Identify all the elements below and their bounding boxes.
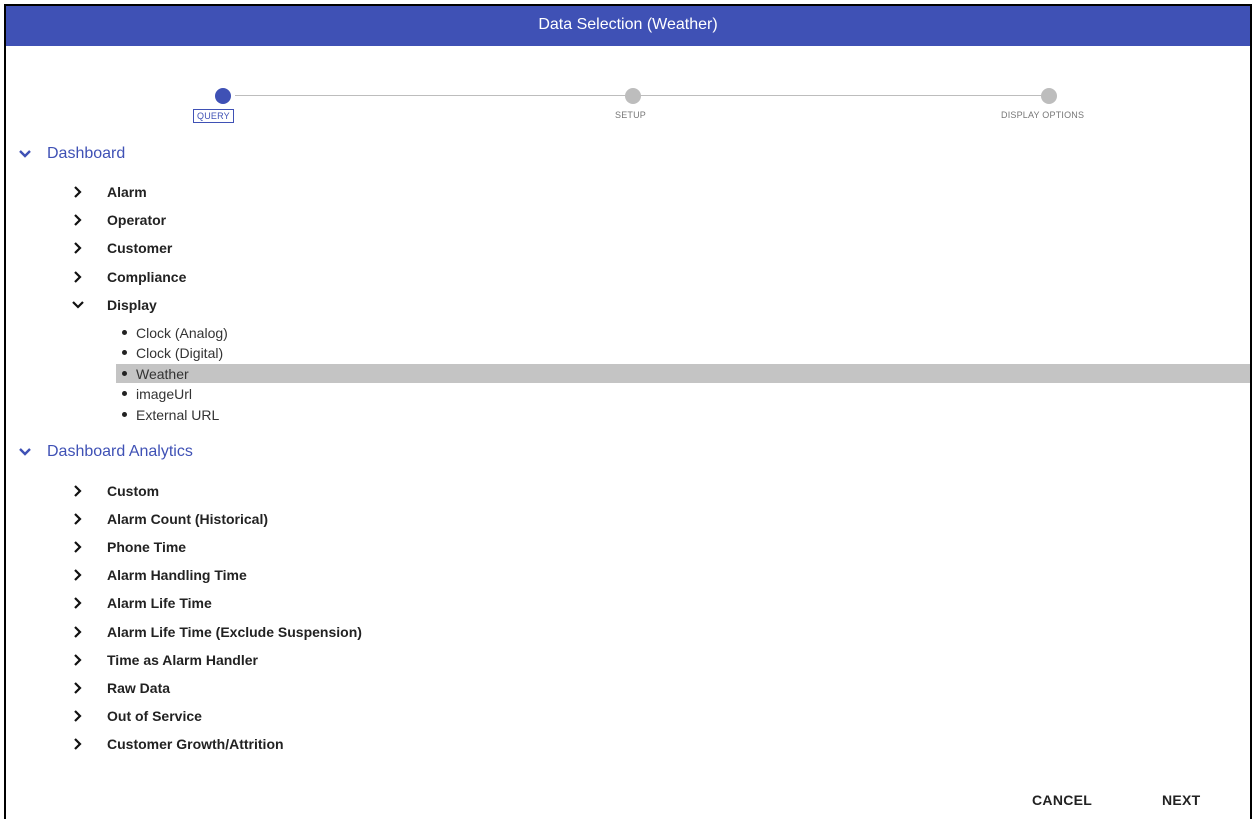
tree-node-customer[interactable]: Customer bbox=[72, 237, 172, 259]
tree-leaf-label: External URL bbox=[136, 406, 220, 423]
tree-leaf-label: Clock (Digital) bbox=[136, 344, 224, 361]
tree-leaf-label: imageUrl bbox=[136, 385, 193, 402]
tree-leaf-weather[interactable]: Weather bbox=[116, 364, 1250, 383]
tree-node-display[interactable]: Display bbox=[72, 294, 157, 316]
chevron-right-icon bbox=[74, 626, 82, 638]
chevron-right-icon bbox=[74, 271, 82, 283]
step-query-label[interactable]: QUERY bbox=[193, 109, 234, 123]
chevron-right-icon bbox=[74, 513, 82, 525]
chevron-right-icon bbox=[74, 569, 82, 581]
chevron-right-icon bbox=[74, 710, 82, 722]
chevron-down-icon bbox=[72, 301, 84, 309]
step-display-options-label[interactable]: DISPLAY OPTIONS bbox=[1001, 110, 1084, 120]
tree-leaf-external-url[interactable]: External URL bbox=[122, 405, 219, 424]
tree-node-alarm-handling-time[interactable]: Alarm Handling Time bbox=[72, 564, 247, 586]
step-query-dot[interactable] bbox=[215, 88, 231, 104]
chevron-right-icon bbox=[74, 597, 82, 609]
tree-node-label: Custom bbox=[107, 483, 160, 499]
tree-node-customer-growth-attrition[interactable]: Customer Growth/Attrition bbox=[72, 733, 284, 755]
stepper: QUERY SETUP DISPLAY OPTIONS bbox=[6, 84, 1250, 134]
tree-node-compliance[interactable]: Compliance bbox=[72, 266, 186, 288]
tree-node-time-as-alarm-handler[interactable]: Time as Alarm Handler bbox=[72, 649, 258, 671]
dialog-title: Data Selection (Weather) bbox=[6, 6, 1250, 46]
chevron-right-icon bbox=[74, 682, 82, 694]
chevron-right-icon bbox=[74, 186, 82, 198]
tree-node-label: Alarm bbox=[107, 184, 147, 200]
bullet-icon bbox=[122, 412, 127, 417]
cancel-button[interactable]: CANCEL bbox=[1026, 786, 1098, 814]
tree-node-alarm-life-time[interactable]: Alarm Life Time bbox=[72, 592, 212, 614]
tree-node-label: Out of Service bbox=[107, 708, 202, 724]
tree-node-label: Alarm Life Time bbox=[107, 595, 212, 611]
chevron-right-icon bbox=[74, 541, 82, 553]
tree-node-label: Customer bbox=[107, 240, 173, 256]
data-selection-dialog: Data Selection (Weather) QUERY SETUP DIS… bbox=[4, 4, 1252, 819]
step-setup-dot[interactable] bbox=[625, 88, 641, 104]
tree-group-dashboard-analytics[interactable]: Dashboard Analytics bbox=[18, 441, 193, 463]
tree-group-label: Dashboard Analytics bbox=[47, 443, 193, 460]
tree-node-label: Alarm Life Time (Exclude Suspension) bbox=[107, 624, 362, 640]
tree-node-label: Time as Alarm Handler bbox=[107, 652, 258, 668]
tree-node-alarm[interactable]: Alarm bbox=[72, 181, 147, 203]
bullet-icon bbox=[122, 350, 127, 355]
tree-node-operator[interactable]: Operator bbox=[72, 209, 166, 231]
tree-node-raw-data[interactable]: Raw Data bbox=[72, 677, 170, 699]
tree-node-label: Phone Time bbox=[107, 539, 187, 555]
step-setup-label[interactable]: SETUP bbox=[615, 110, 646, 120]
tree-leaf-clock-digital[interactable]: Clock (Digital) bbox=[122, 343, 223, 362]
tree-node-label: Raw Data bbox=[107, 680, 171, 696]
tree-node-alarm-count-historical[interactable]: Alarm Count (Historical) bbox=[72, 508, 268, 530]
chevron-right-icon bbox=[74, 214, 82, 226]
stepper-connector bbox=[235, 95, 629, 96]
chevron-down-icon bbox=[19, 448, 31, 456]
tree-node-label: Display bbox=[107, 297, 157, 313]
tree-node-label: Alarm Handling Time bbox=[107, 567, 247, 583]
tree-node-label: Customer Growth/Attrition bbox=[107, 736, 284, 752]
tree-node-label: Compliance bbox=[107, 269, 187, 285]
step-display-options-dot[interactable] bbox=[1041, 88, 1057, 104]
chevron-right-icon bbox=[74, 242, 82, 254]
tree-leaf-label: Weather bbox=[136, 365, 189, 382]
tree-node-custom[interactable]: Custom bbox=[72, 480, 159, 502]
chevron-right-icon bbox=[74, 485, 82, 497]
tree-node-phone-time[interactable]: Phone Time bbox=[72, 536, 186, 558]
bullet-icon bbox=[122, 371, 127, 376]
bullet-icon bbox=[122, 391, 127, 396]
tree-leaf-clock-analog[interactable]: Clock (Analog) bbox=[122, 323, 228, 342]
tree-node-label: Alarm Count (Historical) bbox=[107, 511, 269, 527]
stepper-connector bbox=[637, 95, 1045, 96]
chevron-right-icon bbox=[74, 654, 82, 666]
tree-node-out-of-service[interactable]: Out of Service bbox=[72, 705, 202, 727]
tree-node-alarm-life-time-exclude-suspension[interactable]: Alarm Life Time (Exclude Suspension) bbox=[72, 621, 362, 643]
chevron-down-icon bbox=[19, 150, 31, 158]
tree-node-label: Operator bbox=[107, 212, 167, 228]
tree-leaf-imageurl[interactable]: imageUrl bbox=[122, 384, 192, 403]
next-button[interactable]: NEXT bbox=[1156, 786, 1207, 814]
tree-group-dashboard[interactable]: Dashboard bbox=[18, 143, 125, 165]
chevron-right-icon bbox=[74, 738, 82, 750]
bullet-icon bbox=[122, 330, 127, 335]
tree-group-label: Dashboard bbox=[47, 145, 126, 162]
tree-leaf-label: Clock (Analog) bbox=[136, 324, 228, 341]
